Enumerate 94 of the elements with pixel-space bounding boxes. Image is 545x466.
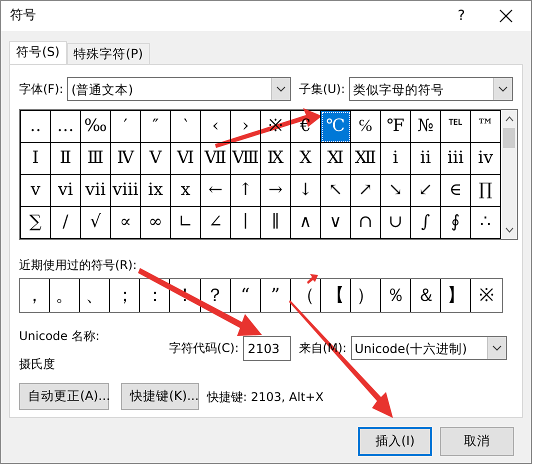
font-label: 字体(F):: [19, 81, 64, 98]
font-dropdown[interactable]: (普通文本): [67, 77, 291, 101]
from-dropdown[interactable]: Unicode(十六进制): [350, 336, 507, 360]
tab[interactable]: 符号(S): [9, 41, 67, 64]
unicode-name-label: Unicode 名称:: [19, 328, 100, 345]
symbol-cell[interactable]: Ⅱ: [51, 143, 81, 175]
symbol-cell[interactable]: ∨: [321, 207, 351, 239]
recent-symbol-cell[interactable]: 【: [320, 279, 352, 312]
symbol-cell[interactable]: ⅰ: [381, 143, 411, 175]
symbol-cell[interactable]: ℡: [441, 111, 471, 143]
symbol-cell[interactable]: ∧: [291, 207, 321, 239]
recent-symbols-label: 近期使用过的符号(R):: [19, 257, 137, 274]
symbol-cell[interactable]: ℅: [351, 111, 381, 143]
symbol-cell[interactable]: Ⅹ: [291, 143, 321, 175]
autocorrect-button[interactable]: 自动更正(A)...: [19, 383, 109, 410]
recent-symbol-cell[interactable]: ，: [20, 279, 50, 312]
cancel-button[interactable]: 取消: [440, 427, 514, 456]
symbol-cell[interactable]: …: [51, 111, 81, 143]
symbol-cell[interactable]: ∮: [441, 207, 471, 239]
symbol-cell[interactable]: ←: [201, 175, 231, 207]
insert-button[interactable]: 插入(I): [358, 427, 432, 456]
symbol-cell[interactable]: ∝: [111, 207, 141, 239]
symbol-cell[interactable]: Ⅰ: [21, 143, 51, 175]
chevron-down-icon: [492, 345, 502, 351]
symbol-cell[interactable]: ∠: [201, 207, 231, 239]
scrollbar[interactable]: [501, 110, 517, 239]
symbol-cell[interactable]: ⅵ: [51, 175, 81, 207]
char-code-field[interactable]: 2103: [242, 336, 291, 360]
symbol-cell[interactable]: Ⅲ: [81, 143, 111, 175]
recent-symbol-cell[interactable]: 。: [50, 279, 80, 312]
scroll-thumb[interactable]: [503, 128, 515, 148]
subset-label: 子集(U):: [298, 81, 346, 98]
symbol-cell[interactable]: ⅷ: [111, 175, 141, 207]
window-title: 符号: [10, 7, 37, 26]
unicode-name: 摄氏度: [19, 356, 55, 373]
symbol-cell[interactable]: √: [81, 207, 111, 239]
symbol-cell[interactable]: ⅴ: [21, 175, 51, 207]
symbol-cell[interactable]: ∫: [411, 207, 441, 239]
symbol-cell[interactable]: ‵: [171, 111, 201, 143]
symbol-cell[interactable]: ⅶ: [81, 175, 111, 207]
symbol-cell[interactable]: ↓: [291, 175, 321, 207]
recent-symbol-cell[interactable]: ※: [471, 279, 502, 312]
symbol-cell[interactable]: ∟: [171, 207, 201, 239]
chevron-up-icon: [504, 116, 514, 122]
symbol-cell[interactable]: ↗: [351, 175, 381, 207]
symbol-cell[interactable]: Ⅻ: [351, 143, 381, 175]
recent-symbol-cell[interactable]: “: [230, 279, 261, 312]
symbol-cell[interactable]: ∩: [351, 207, 381, 239]
recent-symbol-cell[interactable]: 】: [441, 279, 472, 312]
symbol-cell[interactable]: ℉: [381, 111, 411, 143]
symbol-cell[interactable]: ∪: [381, 207, 411, 239]
symbol-cell[interactable]: ∞: [141, 207, 171, 239]
symbol-cell[interactable]: ″: [141, 111, 171, 143]
symbol-cell[interactable]: ⅲ: [441, 143, 471, 175]
chevron-down-icon: [498, 86, 508, 92]
symbol-cell[interactable]: →: [261, 175, 291, 207]
symbol-cell[interactable]: ∕: [51, 207, 81, 239]
symbol-cell[interactable]: Ⅵ: [171, 143, 201, 175]
symbol-cell[interactable]: ‰: [81, 111, 111, 143]
symbol-cell[interactable]: №: [411, 111, 441, 143]
char-code-label: 字符代码(C):: [169, 340, 239, 357]
symbol-cell[interactable]: ∥: [261, 207, 291, 239]
symbol-cell[interactable]: ‥: [21, 111, 51, 143]
symbol-cell[interactable]: ↘: [381, 175, 411, 207]
symbol-cell[interactable]: ′: [111, 111, 141, 143]
recent-symbol-cell[interactable]: ）: [351, 279, 382, 312]
tab[interactable]: 特殊字符(P): [66, 43, 150, 64]
symbol-cell[interactable]: ∣: [231, 207, 261, 239]
symbol-cell[interactable]: Ⅳ: [111, 143, 141, 175]
close-icon[interactable]: [499, 9, 513, 23]
shortcut-key-text: 快捷键: 2103, Alt+X: [207, 388, 324, 406]
symbol-cell[interactable]: ℃: [321, 111, 351, 143]
symbol-cell[interactable]: ⅸ: [141, 175, 171, 207]
subset-dropdown[interactable]: 类似字母的符号: [349, 77, 513, 101]
recent-symbol-cell[interactable]: ％: [381, 279, 412, 312]
symbol-cell[interactable]: ↙: [411, 175, 441, 207]
annotation-arrow: [307, 274, 318, 284]
symbol-cell[interactable]: Ⅷ: [231, 143, 261, 175]
chevron-down-icon: [504, 227, 514, 233]
recent-symbol-cell[interactable]: 、: [80, 279, 110, 312]
chevron-down-icon: [276, 86, 286, 92]
symbol-cell[interactable]: ∑: [21, 207, 51, 239]
symbol-cell[interactable]: Ⅺ: [321, 143, 351, 175]
symbol-cell[interactable]: ⅹ: [171, 175, 201, 207]
symbol-cell[interactable]: Ⅴ: [141, 143, 171, 175]
recent-symbol-cell[interactable]: ＆: [411, 279, 442, 312]
recent-symbol-cell[interactable]: ；: [110, 279, 140, 312]
symbol-cell[interactable]: Ⅸ: [261, 143, 291, 175]
shortcut-key-button[interactable]: 快捷键(K)...: [121, 383, 199, 410]
symbol-cell[interactable]: ∈: [441, 175, 471, 207]
symbol-cell[interactable]: ↖: [321, 175, 351, 207]
symbol-cell[interactable]: ⅱ: [411, 143, 441, 175]
help-button[interactable]: ?: [458, 6, 465, 26]
symbol-cell[interactable]: ↑: [231, 175, 261, 207]
